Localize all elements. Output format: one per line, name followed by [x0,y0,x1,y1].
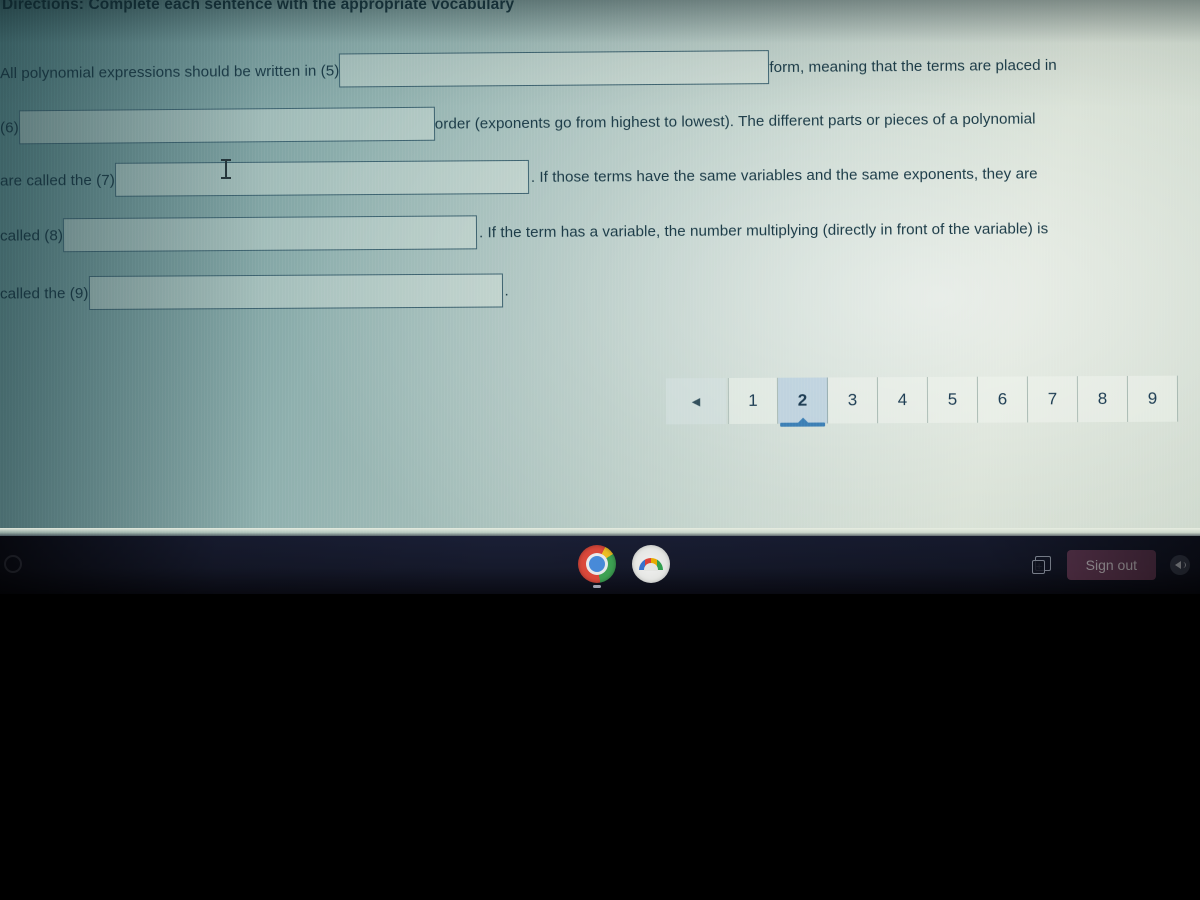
page-button-4[interactable]: 4 [877,376,929,424]
line-7-suffix-text: . If those terms have the same variables… [530,164,1038,186]
chrome-app-icon[interactable] [578,545,616,588]
worksheet-line-5: All polynomial expressions should be wri… [0,48,1057,90]
app-running-indicator [593,585,601,588]
answer-blank-7[interactable] [114,159,529,197]
sign-out-button[interactable]: Sign out [1066,550,1156,580]
worksheet-line-7: are called the (7) . If those terms have… [0,156,1038,197]
directions-heading: Directions: Complete each sentence with … [2,0,515,13]
answer-blank-8[interactable] [62,215,478,253]
line-5-suffix-text: form, meaning that the terms are placed … [769,56,1057,76]
page-button-2-label: 2 [797,390,808,410]
line-7-prefix-text: are called the (7) [0,171,115,190]
line-8-suffix-text: . If the term has a variable, the number… [478,219,1049,241]
page-button-3[interactable]: 3 [827,377,879,424]
line-6-suffix-text: order (exponents go from highest to lowe… [434,109,1036,133]
volume-icon[interactable] [1170,555,1190,575]
line-9-suffix-text: . [504,281,509,299]
new-desk-plus-glyph: + [1035,561,1043,573]
worksheet-page: Directions: Complete each sentence with … [0,0,1200,540]
new-desk-icon[interactable]: + [1031,554,1053,576]
google-app-icon[interactable] [632,545,670,583]
page-button-5[interactable]: 5 [927,376,979,423]
line-6-prefix-text: (6) [0,118,19,137]
chromeos-shelf: + Sign out [0,536,1200,594]
line-9-prefix-text: called the (9) [0,284,89,303]
worksheet-line-8: called (8) . If the term has a variable,… [0,211,1049,253]
shelf-status-area: + Sign out [1031,536,1190,594]
line-8-prefix-text: called (8) [0,226,64,245]
monitor-screen-photo: Directions: Complete each sentence with … [0,0,1200,540]
page-button-9[interactable]: 9 [1127,375,1179,422]
page-button-7[interactable]: 7 [1027,376,1079,423]
answer-blank-5[interactable] [339,50,770,88]
page-button-6[interactable]: 6 [977,376,1029,423]
shelf-app-list [578,545,670,588]
page-button-8[interactable]: 8 [1077,375,1129,423]
previous-page-button[interactable]: ◀ [665,378,727,425]
page-button-1[interactable]: 1 [727,377,779,425]
page-button-2[interactable]: 2 [777,377,829,427]
pagination-bar: ◀ 1 2 3 4 5 6 7 8 9 [665,375,1179,427]
screenshot-root: Directions: Complete each sentence with … [0,0,1200,900]
answer-blank-9[interactable] [88,273,503,311]
launcher-icon[interactable] [4,555,22,573]
black-background-area [0,594,1200,900]
answer-blank-6[interactable] [18,106,435,145]
selected-page-underline [780,422,826,427]
line-5-prefix-text: All polynomial expressions should be wri… [0,61,340,82]
worksheet-line-6: (6) order (exponents go from highest to … [0,101,1036,145]
worksheet-line-9: called the (9) . [0,273,509,311]
